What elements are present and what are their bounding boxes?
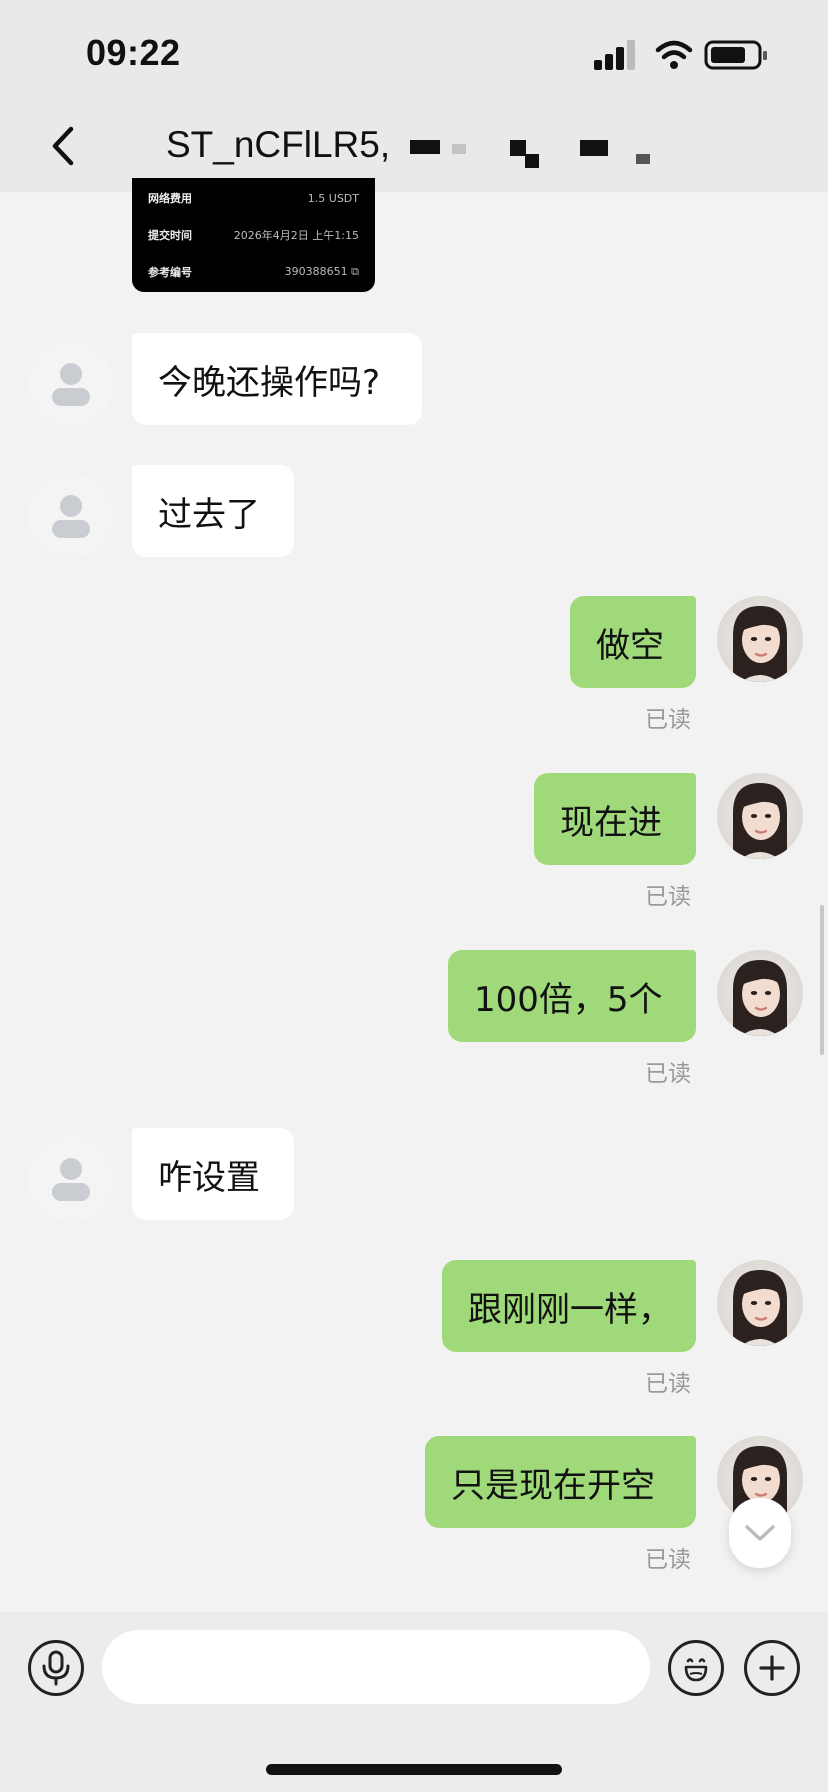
message-bubble[interactable]: 只是现在开空 xyxy=(425,1436,696,1528)
receipt-row-fee: 网络费用 1.5 USDT xyxy=(148,191,359,206)
voice-button[interactable] xyxy=(28,1640,84,1696)
contact-avatar[interactable] xyxy=(28,341,114,427)
message-bubble[interactable]: 今晚还操作吗? xyxy=(132,333,422,425)
emoji-icon xyxy=(684,1658,708,1682)
message-bubble[interactable]: 100倍，5个 xyxy=(448,950,696,1042)
back-button[interactable] xyxy=(38,114,86,178)
message-input[interactable] xyxy=(102,1630,650,1704)
receipt-row-time: 提交时间 2026年4月2日 上午1:15 xyxy=(148,229,359,242)
signal-icon xyxy=(594,40,635,70)
input-bar xyxy=(0,1612,828,1792)
status-bar: 09:22 xyxy=(0,0,828,100)
message-bubble[interactable]: 过去了 xyxy=(132,465,294,557)
chevron-down-icon xyxy=(745,1525,775,1541)
scroll-to-bottom-button[interactable] xyxy=(729,1498,791,1568)
scrollbar[interactable] xyxy=(820,905,824,1055)
transaction-receipt-image[interactable]: 网络费用 1.5 USDT 提交时间 2026年4月2日 上午1:15 参考编号… xyxy=(132,178,375,292)
my-avatar[interactable] xyxy=(717,773,803,859)
my-avatar[interactable] xyxy=(717,596,803,682)
read-status: 已读 xyxy=(645,1061,691,1087)
receipt-row-ref: 参考编号 390388651 ⧉ xyxy=(148,265,359,279)
back-icon xyxy=(52,126,74,166)
emoji-button[interactable] xyxy=(668,1640,724,1696)
read-status: 已读 xyxy=(645,1371,691,1397)
message-bubble[interactable]: 跟刚刚一样， xyxy=(442,1260,696,1352)
more-button[interactable] xyxy=(744,1640,800,1696)
message-bubble[interactable]: 现在进 xyxy=(534,773,696,865)
my-avatar[interactable] xyxy=(717,950,803,1036)
message-bubble[interactable]: 做空 xyxy=(570,596,696,688)
chat-title: ST_nCFlLR5, xyxy=(166,124,391,165)
message-bubble[interactable]: 咋设置 xyxy=(132,1128,294,1220)
battery-icon xyxy=(704,40,767,70)
my-avatar[interactable] xyxy=(717,1260,803,1346)
home-indicator xyxy=(266,1764,562,1775)
status-time: 09:22 xyxy=(86,32,181,73)
plus-icon xyxy=(759,1655,785,1681)
chat-header: ST_nCFlLR5, xyxy=(0,100,828,192)
read-status: 已读 xyxy=(645,1547,691,1573)
read-status: 已读 xyxy=(645,707,691,733)
wifi-icon xyxy=(655,40,693,69)
status-icons xyxy=(594,38,774,72)
contact-avatar[interactable] xyxy=(28,473,114,559)
microphone-icon xyxy=(42,1650,70,1686)
contact-avatar[interactable] xyxy=(28,1136,114,1222)
read-status: 已读 xyxy=(645,884,691,910)
